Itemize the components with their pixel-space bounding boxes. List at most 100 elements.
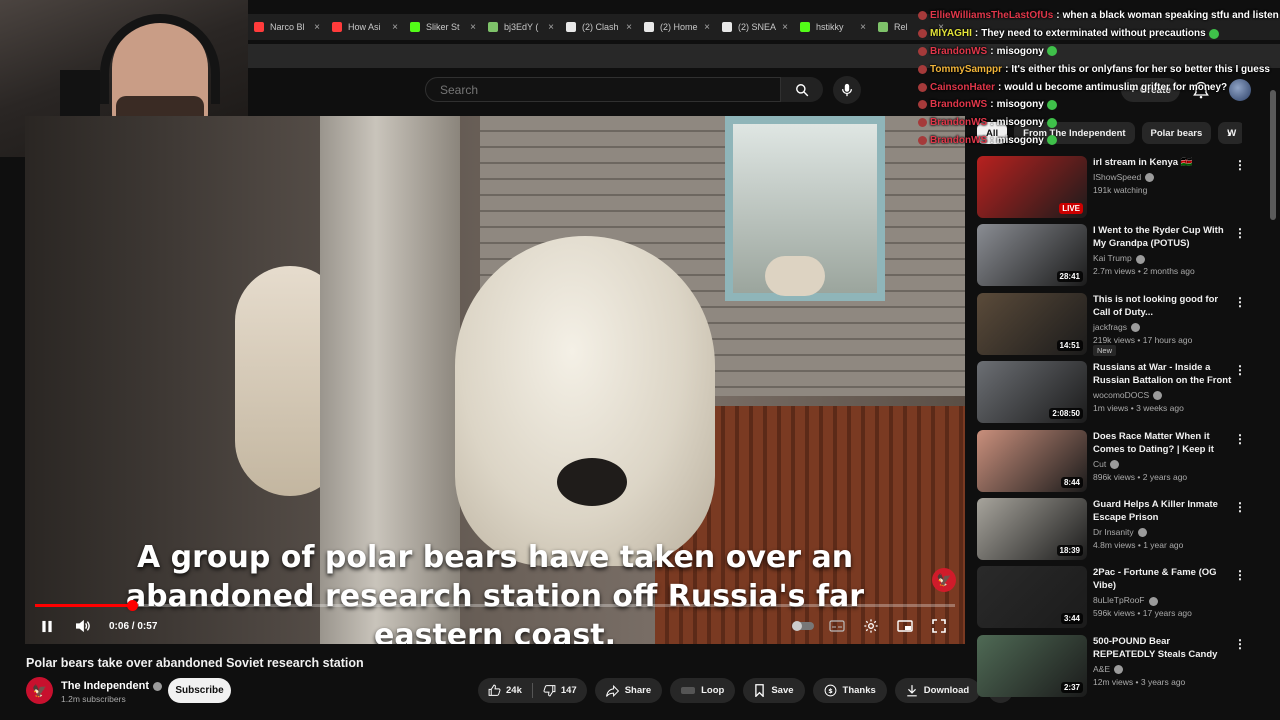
browser-tab[interactable]: (2) Home × — [638, 14, 716, 40]
recommended-video[interactable]: 2:37 500-POUND Bear REPEATEDLY Steals Can… — [977, 634, 1267, 703]
browser-tab[interactable]: (2) Clash × — [560, 14, 638, 40]
recommended-channel-label[interactable]: jackfrags — [1093, 322, 1127, 332]
voice-search-button[interactable] — [833, 76, 861, 104]
tab-close-icon[interactable]: × — [860, 22, 866, 33]
chat-username[interactable]: TommySamppr — [930, 64, 1002, 75]
more-vertical-icon[interactable]: ⋮ — [1234, 226, 1246, 240]
volume-button[interactable] — [71, 614, 95, 638]
channel-name-row[interactable]: The Independent — [61, 680, 162, 692]
recommended-channel-name[interactable]: Kai Trump — [1093, 253, 1145, 264]
search-box[interactable] — [425, 77, 781, 102]
recommended-channel-label[interactable]: Dr Insanity — [1093, 527, 1134, 537]
recommended-video-title[interactable]: I Went to the Ryder Cup With My Grandpa … — [1093, 224, 1233, 250]
save-button[interactable]: Save — [743, 678, 805, 703]
video-progress-fill — [35, 604, 132, 607]
subtitles-button[interactable] — [825, 614, 849, 638]
more-vertical-icon[interactable]: ⋮ — [1234, 363, 1246, 377]
recommended-video[interactable]: 2:08:50 Russians at War - Inside a Russia… — [977, 361, 1267, 429]
channel-avatar[interactable]: 🦅 — [26, 677, 53, 704]
recommended-video[interactable]: 18:39 Guard Helps A Killer Inmate Escape … — [977, 497, 1267, 566]
video-thumbnail[interactable]: 28:41 — [977, 224, 1087, 287]
recommended-channel-label[interactable]: Cut — [1093, 459, 1106, 469]
chat-username[interactable]: BrandonWS — [930, 46, 987, 57]
recommended-channel-name[interactable]: jackfrags — [1093, 322, 1141, 333]
download-button[interactable]: Download — [894, 678, 981, 703]
chat-username[interactable]: BrandonWS — [930, 99, 987, 110]
video-thumbnail[interactable]: 3:44 — [977, 566, 1087, 629]
recommended-video-title[interactable]: This is not looking good for Call of Dut… — [1093, 293, 1233, 319]
recommended-channel-name[interactable]: Cut — [1093, 459, 1120, 469]
video-thumbnail[interactable]: 2:08:50 — [977, 361, 1087, 424]
recommended-video[interactable]: LIVE irl stream in Kenya 🇰🇪 IShowSpeed 191k… — [977, 156, 1267, 224]
more-vertical-icon[interactable]: ⋮ — [1234, 568, 1246, 582]
video-thumbnail[interactable]: 18:39 — [977, 497, 1087, 560]
chat-username[interactable]: CainsonHater — [930, 82, 995, 93]
recommended-channel-label[interactable]: A&E — [1093, 664, 1110, 674]
recommended-channel-name[interactable]: Dr Insanity — [1093, 527, 1147, 538]
recommended-video-title[interactable]: Guard Helps A Killer Inmate Escape Priso… — [1093, 498, 1233, 524]
more-vertical-icon[interactable]: ⋮ — [1234, 637, 1246, 651]
browser-tab[interactable]: hstikky × — [794, 14, 872, 40]
like-button[interactable]: 24k — [478, 678, 532, 703]
channel-watermark-icon[interactable]: 🦅 — [932, 568, 956, 592]
tab-close-icon[interactable]: × — [704, 22, 710, 33]
browser-tab[interactable]: How Asi × — [326, 14, 404, 40]
recommended-channel-label[interactable]: 8uLleTpRooF — [1093, 595, 1145, 605]
recommended-channel-label[interactable]: Kai Trump — [1093, 253, 1132, 263]
recommended-channel-name[interactable]: wocomoDOCS — [1093, 390, 1163, 401]
more-vertical-icon[interactable]: ⋮ — [1234, 432, 1246, 446]
video-thumbnail[interactable]: 8:44 — [977, 429, 1087, 492]
loop-button[interactable]: Loop — [670, 678, 736, 703]
video-progress-knob[interactable] — [126, 600, 138, 611]
recommended-video-title[interactable]: Russians at War - Inside a Russian Batta… — [1093, 361, 1233, 387]
recommended-video-title[interactable]: Does Race Matter When it Comes to Dating… — [1093, 430, 1233, 456]
search-button[interactable] — [781, 77, 823, 102]
recommended-video[interactable]: 28:41 I Went to the Ryder Cup With My Gra… — [977, 224, 1267, 292]
chat-username[interactable]: MIYAGHI — [930, 28, 972, 39]
tab-close-icon[interactable]: × — [470, 22, 476, 33]
recommended-channel-name[interactable]: 8uLleTpRooF — [1093, 595, 1158, 606]
chat-username[interactable]: BrandonWS — [930, 117, 987, 128]
browser-tab[interactable]: Sliker St × — [404, 14, 482, 40]
video-player[interactable]: A group of polar bears have taken over a… — [25, 116, 965, 644]
recommended-video-title[interactable]: 500-POUND Bear REPEATEDLY Steals Candy f… — [1093, 635, 1233, 661]
dislike-button[interactable]: 147 — [533, 678, 587, 703]
tab-close-icon[interactable]: × — [314, 22, 320, 33]
share-button[interactable]: Share — [594, 678, 663, 703]
subscribe-button[interactable]: Subscribe — [168, 678, 231, 703]
more-vertical-icon[interactable]: ⋮ — [1234, 295, 1246, 309]
video-thumbnail[interactable]: 2:37 — [977, 634, 1087, 697]
recommended-channel-name[interactable]: IShowSpeed — [1093, 172, 1155, 183]
browser-tab[interactable]: Narco Bl × — [248, 14, 326, 40]
browser-tab[interactable]: bj3EdY (× — [482, 14, 560, 40]
fullscreen-button[interactable] — [927, 614, 951, 638]
thanks-button[interactable]: $ Thanks — [812, 678, 887, 703]
search-input[interactable] — [440, 82, 780, 97]
more-vertical-icon[interactable]: ⋮ — [1234, 158, 1246, 172]
more-vertical-icon[interactable]: ⋮ — [1234, 500, 1246, 514]
recommended-video[interactable]: 14:51 This is not looking good for Call o… — [977, 292, 1267, 361]
tab-close-icon[interactable]: × — [782, 22, 788, 33]
pause-button[interactable] — [35, 614, 59, 638]
recommended-video-meta: 191k watching — [1093, 185, 1148, 195]
tab-close-icon[interactable]: × — [626, 22, 632, 33]
chat-username[interactable]: BrandonWS — [930, 135, 987, 146]
browser-tab[interactable]: (2) SNEA × — [716, 14, 794, 40]
recommended-video[interactable]: 3:44 2Pac - Fortune & Fame (OG Vibe) 8uLle… — [977, 566, 1267, 634]
video-progress-bar[interactable] — [35, 600, 955, 611]
recommended-video-title[interactable]: 2Pac - Fortune & Fame (OG Vibe) — [1093, 566, 1233, 592]
recommended-channel-label[interactable]: IShowSpeed — [1093, 172, 1141, 182]
video-thumbnail[interactable]: 14:51 — [977, 292, 1087, 355]
video-thumbnail[interactable]: LIVE — [977, 156, 1087, 218]
miniplayer-button[interactable] — [893, 614, 917, 638]
recommended-channel-label[interactable]: wocomoDOCS — [1093, 390, 1149, 400]
recommended-channel-name[interactable]: A&E — [1093, 664, 1124, 674]
tab-close-icon[interactable]: × — [392, 22, 398, 33]
chat-username[interactable]: EllieWilliamsTheLastOfUs — [930, 10, 1053, 21]
settings-button[interactable] — [859, 614, 883, 638]
autoplay-toggle[interactable] — [791, 614, 815, 638]
channel-name[interactable]: The Independent — [61, 680, 149, 692]
tab-close-icon[interactable]: × — [548, 22, 554, 33]
recommended-video[interactable]: 8:44 Does Race Matter When it Comes to Da… — [977, 429, 1267, 498]
recommended-video-title[interactable]: irl stream in Kenya 🇰🇪 — [1093, 156, 1233, 169]
